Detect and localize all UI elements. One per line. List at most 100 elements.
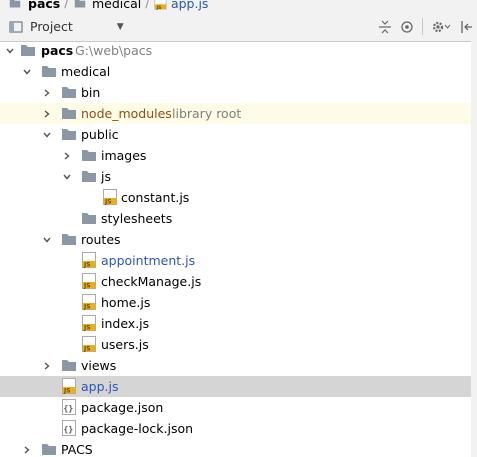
- tree-node-js[interactable]: js: [0, 166, 477, 187]
- chevron-right-icon[interactable]: [21, 439, 33, 457]
- tree-node-constant-js[interactable]: JS constant.js: [0, 187, 477, 208]
- svg-text:JS: JS: [83, 325, 91, 332]
- chevron-right-icon[interactable]: [61, 145, 73, 166]
- tree-node-pacs-upper[interactable]: PACS: [0, 439, 477, 457]
- chevron-down-icon: ▼: [116, 21, 124, 32]
- project-view-label: Project: [30, 19, 73, 34]
- tree-node-medical[interactable]: medical: [0, 61, 477, 82]
- tree-label: public: [81, 127, 119, 142]
- tree-label: medical: [61, 64, 111, 79]
- json-file-icon: {}: [62, 399, 76, 415]
- vertical-scrollbar[interactable]: [471, 40, 477, 457]
- svg-text:JS: JS: [104, 199, 112, 206]
- tree-label: PACS: [61, 442, 93, 457]
- gear-icon: [432, 21, 451, 32]
- svg-text:JS: JS: [83, 262, 91, 269]
- settings-button[interactable]: [427, 16, 455, 38]
- scroll-from-source-icon: [401, 20, 413, 33]
- tree-node-routes[interactable]: routes: [0, 229, 477, 250]
- js-file-icon: JS: [82, 336, 96, 353]
- tree-node-home-js[interactable]: JS home.js: [0, 292, 477, 313]
- breadcrumb-file[interactable]: JS app.js: [154, 0, 208, 12]
- tree-node-checkmanage-js[interactable]: JS checkManage.js: [0, 271, 477, 292]
- folder-icon: [21, 45, 35, 56]
- tree-label: constant.js: [121, 190, 190, 205]
- breadcrumb-separator: /: [145, 0, 150, 11]
- toolbar-divider: [422, 18, 423, 35]
- tree-label: home.js: [101, 295, 151, 310]
- tree-node-package-lock-json[interactable]: {} package-lock.json: [0, 418, 477, 439]
- chevron-down-icon[interactable]: [61, 166, 73, 187]
- library-root-label: library root: [172, 106, 242, 121]
- tree-label: checkManage.js: [101, 274, 202, 289]
- tree-node-bin[interactable]: bin: [0, 82, 477, 103]
- tree-node-pacs[interactable]: pacs G:\web\pacs: [0, 40, 477, 61]
- folder-icon: [62, 234, 76, 245]
- tree-label: package-lock.json: [81, 421, 194, 436]
- scroll-from-source-button[interactable]: [396, 16, 418, 38]
- folder-icon: [62, 87, 76, 98]
- svg-text:JS: JS: [63, 388, 71, 395]
- tree-label: routes: [81, 232, 121, 247]
- chevron-down-icon[interactable]: [41, 229, 53, 250]
- tree-label: views: [81, 358, 117, 373]
- folder-icon: [82, 213, 96, 224]
- js-file-icon: JS: [82, 252, 96, 269]
- tree-node-users-js[interactable]: JS users.js: [0, 334, 477, 355]
- tree-node-public[interactable]: public: [0, 124, 477, 145]
- tree-label: node_modules: [81, 106, 172, 121]
- breadcrumb-folder[interactable]: medical: [73, 0, 141, 12]
- svg-text:JS: JS: [83, 304, 91, 311]
- tree-node-index-js[interactable]: JS index.js: [0, 313, 477, 334]
- svg-text:JS: JS: [155, 4, 161, 9]
- tree-node-appointment-js[interactable]: JS appointment.js: [0, 250, 477, 271]
- tree-path: G:\web\pacs: [75, 43, 153, 58]
- project-view-icon: [9, 20, 23, 33]
- folder-icon: [62, 129, 76, 140]
- svg-text:JS: JS: [83, 283, 91, 290]
- tree-node-node-modules[interactable]: node_modules library root: [0, 103, 477, 124]
- folder-icon: [62, 360, 76, 371]
- project-toolbar: Project ▼: [0, 12, 477, 42]
- svg-text:{}: {}: [64, 425, 74, 434]
- js-file-icon: JS: [62, 378, 76, 395]
- js-file-icon: JS: [103, 189, 117, 206]
- folder-icon: [42, 444, 56, 455]
- project-tree: pacs G:\web\pacs medical bin node_module…: [0, 40, 477, 457]
- chevron-right-icon[interactable]: [41, 103, 53, 124]
- breadcrumb-project[interactable]: pacs: [8, 0, 60, 12]
- breadcrumb-separator: /: [64, 0, 69, 11]
- tree-label: app.js: [81, 379, 119, 394]
- folder-icon: [9, 0, 21, 8]
- hide-button[interactable]: [455, 16, 477, 38]
- tree-node-views[interactable]: views: [0, 355, 477, 376]
- tree-label: images: [101, 148, 147, 163]
- tree-label: appointment.js: [101, 253, 196, 268]
- json-file-icon: {}: [62, 420, 76, 436]
- svg-text:JS: JS: [83, 346, 91, 353]
- tree-node-app-js[interactable]: JS app.js: [0, 376, 477, 397]
- collapse-all-icon: [379, 20, 391, 33]
- tree-node-stylesheets[interactable]: stylesheets: [0, 208, 477, 229]
- tree-label: bin: [81, 85, 101, 100]
- tree-node-images[interactable]: images: [0, 145, 477, 166]
- project-view-selector[interactable]: Project ▼: [9, 16, 124, 38]
- chevron-down-icon[interactable]: [41, 124, 53, 145]
- tree-label: pacs: [41, 43, 74, 58]
- ide-project-panel: pacs / medical / JS app.js Project ▼ pac…: [0, 0, 477, 457]
- folder-icon: [82, 150, 96, 161]
- tree-label: js: [101, 169, 111, 184]
- js-file-icon: JS: [82, 294, 96, 311]
- chevron-right-icon[interactable]: [41, 82, 53, 103]
- folder-icon: [42, 66, 56, 77]
- tree-label: package.json: [81, 400, 164, 415]
- chevron-right-icon[interactable]: [41, 355, 53, 376]
- chevron-down-icon[interactable]: [4, 40, 16, 61]
- collapse-all-button[interactable]: [374, 16, 396, 38]
- folder-icon: [74, 0, 86, 8]
- tree-node-package-json[interactable]: {} package.json: [0, 397, 477, 418]
- chevron-down-icon[interactable]: [21, 61, 33, 82]
- js-file-icon: JS: [154, 0, 167, 10]
- tree-label: users.js: [101, 337, 149, 352]
- js-file-icon: JS: [82, 273, 96, 290]
